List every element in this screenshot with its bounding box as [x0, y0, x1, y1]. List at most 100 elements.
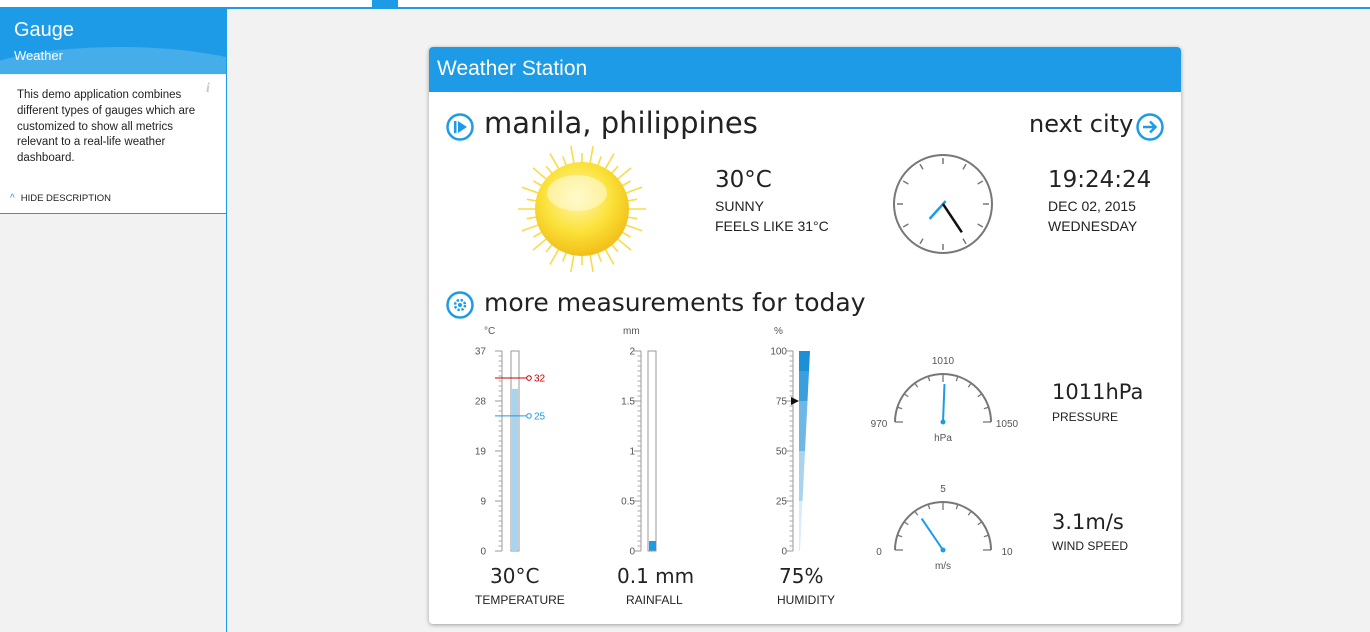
- wind-readout: 3.1m/s: [1052, 510, 1124, 534]
- sun-ray: [624, 186, 643, 195]
- arrow-right-circle-icon[interactable]: [1135, 112, 1165, 142]
- gauge-tick: [983, 406, 989, 410]
- pressure-unit: hPa: [934, 433, 952, 444]
- hide-description-button[interactable]: ^ HIDE DESCRIPTION: [10, 193, 111, 204]
- gear-circle-icon[interactable]: [445, 290, 475, 320]
- clock-date: DEC 02, 2015: [1048, 198, 1136, 214]
- wind-label: WIND SPEED: [1052, 539, 1129, 553]
- gauge-tick: [897, 534, 903, 538]
- pressure-gauge: 1010 970 1050 hPa: [871, 356, 1019, 444]
- temperature-tick-label: 28: [475, 397, 487, 408]
- gauge-tick: [897, 406, 903, 410]
- sun-ray: [627, 216, 638, 220]
- humidity-segment: [799, 401, 808, 451]
- sun-ray: [562, 251, 568, 262]
- linear-gauges: °C 37 28 19 9 0 32 25 mm 2 1.5 1 0.5 0 % 100 75 50…: [475, 326, 810, 558]
- top-bar: [0, 0, 1370, 9]
- sun-ray: [533, 231, 543, 238]
- temperature-high-label: 32: [534, 374, 546, 385]
- gauge-tick: [914, 382, 919, 388]
- sun-ray: [616, 167, 632, 181]
- gauge-tick: [955, 504, 959, 510]
- sun-ray: [526, 198, 537, 202]
- current-temp: 30°C: [715, 167, 772, 193]
- card-header: Weather Station: [429, 47, 1181, 92]
- temperature-readout: 30°C: [490, 564, 540, 588]
- gauge-tick: [903, 393, 909, 398]
- gauge-tick: [967, 382, 972, 388]
- temperature-tick-label: 0: [480, 547, 486, 558]
- humidity-tick-label: 75: [776, 397, 788, 408]
- rainfall-bar: [649, 541, 656, 551]
- humidity-segment: [799, 371, 809, 401]
- rainfall-unit: mm: [623, 326, 640, 337]
- pressure-label: PRESSURE: [1052, 410, 1119, 424]
- temperature-low-dot: [526, 413, 532, 419]
- sun-ray: [589, 254, 594, 273]
- humidity-readout: 75%: [779, 564, 824, 588]
- humidity-segment: [799, 451, 805, 501]
- sun-ray: [570, 145, 575, 164]
- next-city-label[interactable]: next city: [1029, 110, 1133, 138]
- feels-like: FEELS LIKE 31°C: [715, 218, 829, 234]
- humidity-gauge: % 100 75 50 25 0: [770, 326, 810, 558]
- rainfall-tick-label: 0.5: [621, 497, 635, 508]
- wind-gauge: 5 0 10 m/s: [876, 484, 1013, 572]
- clock-time: 19:24:24: [1048, 167, 1152, 193]
- gauge-tick: [955, 376, 959, 382]
- rainfall-readout: 0.1 mm: [617, 564, 695, 588]
- sun-ray: [549, 153, 560, 170]
- play-circle-icon[interactable]: [445, 112, 475, 142]
- wind-mid-label: 5: [940, 484, 946, 495]
- sun-ray: [596, 156, 602, 167]
- gauge-tick: [967, 510, 972, 516]
- pressure-needle: [942, 383, 946, 423]
- current-condition: SUNNY: [715, 198, 765, 214]
- wind-max-label: 10: [1001, 547, 1013, 558]
- temperature-tick-label: 37: [475, 347, 487, 358]
- card-title: Weather Station: [437, 57, 588, 80]
- humidity-segment: [799, 351, 810, 371]
- chevron-up-icon: ^: [10, 193, 15, 204]
- sun-ray: [621, 180, 631, 187]
- humidity-tick-label: 0: [781, 547, 787, 558]
- description-panel: i This demo application combines differe…: [0, 75, 226, 214]
- gauge-tick: [977, 393, 983, 398]
- pressure-min-label: 970: [871, 419, 888, 430]
- wind-min-label: 0: [876, 547, 882, 558]
- sun-icon: [518, 145, 646, 273]
- pressure-max-label: 1050: [996, 419, 1019, 430]
- top-bar-handle[interactable]: [372, 0, 398, 9]
- humidity-label: HUMIDITY: [777, 593, 835, 607]
- city-name: manila, philippines: [484, 106, 758, 140]
- humidity-unit: %: [774, 326, 783, 337]
- sun-ray: [624, 223, 643, 232]
- sidebar-header: Gauge Weather: [0, 9, 226, 74]
- rainfall-gauge: mm 2 1.5 1 0.5 0: [621, 326, 657, 558]
- wind-needle: [920, 518, 944, 551]
- rainfall-tick-label: 0: [629, 547, 635, 558]
- sun-ray: [532, 167, 548, 181]
- gauge-tick: [914, 510, 919, 516]
- gauge-tick: [977, 521, 983, 526]
- temperature-tick-label: 9: [480, 497, 486, 508]
- pressure-readout: 1011hPa: [1052, 380, 1144, 404]
- radial-gauges: 1010 970 1050 hPa 5 0 10 m/s: [871, 356, 1019, 572]
- sun-ray: [616, 237, 632, 251]
- analog-clock: [893, 154, 993, 254]
- gauge-tick: [983, 534, 989, 538]
- sun-ray: [596, 251, 602, 262]
- sun-ray: [604, 248, 615, 265]
- measurements-title: more measurements for today: [484, 288, 866, 317]
- sun-ray: [604, 153, 615, 170]
- sidebar-subtitle: Weather: [14, 48, 63, 63]
- sun-ray: [562, 156, 568, 167]
- sun-ray: [570, 254, 575, 273]
- pressure-mid-label: 1010: [932, 356, 955, 367]
- gauge-tick: [903, 521, 909, 526]
- sun-ray: [545, 165, 554, 175]
- humidity-segment: [799, 501, 803, 551]
- hide-description-label: HIDE DESCRIPTION: [20, 193, 111, 204]
- sun-ray: [521, 223, 540, 232]
- sun-ray: [589, 145, 594, 164]
